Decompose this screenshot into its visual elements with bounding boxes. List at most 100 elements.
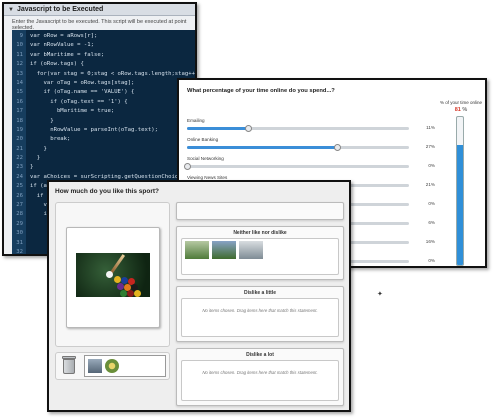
ball — [120, 290, 127, 297]
slider-fill — [187, 127, 249, 130]
line-number: 16 — [16, 98, 23, 105]
card-thumbnail[interactable] — [105, 359, 119, 373]
code-line: if (oRow.tags) { — [30, 61, 84, 68]
editor-title: Javascript to be Executed — [16, 6, 104, 13]
code-line: } — [30, 155, 41, 162]
billiards-photo — [76, 253, 150, 297]
bucket-drop-zone[interactable]: No items chosen. Drag items here that ma… — [181, 298, 339, 337]
collapse-caret-icon[interactable]: ▼ — [8, 7, 14, 13]
trash-bin-icon[interactable] — [62, 356, 76, 374]
code-line: for(var stag = 0;stag < oRow.tags.length… — [30, 70, 195, 77]
ball — [127, 290, 134, 297]
line-number: 9 — [19, 33, 23, 39]
line-number: 12 — [16, 61, 23, 68]
ball — [134, 290, 141, 297]
slider-handle[interactable] — [245, 125, 253, 132]
slider-label: Emailing — [187, 118, 205, 123]
slider-handle[interactable] — [333, 144, 341, 151]
bucket-items — [182, 239, 338, 261]
total-unit: % — [462, 107, 468, 113]
question-text: What percentage of your time online do y… — [187, 88, 335, 94]
card-thumbnail[interactable] — [239, 241, 263, 259]
code-line: } — [30, 164, 34, 171]
total-progress-fill — [457, 145, 463, 265]
code-line: break; — [30, 136, 71, 143]
slider-row: Social Networking 0% — [184, 156, 435, 174]
bucket-title: Dislike a lot — [246, 352, 274, 358]
code-line: if (oTag.name == 'VALUE') { — [30, 89, 135, 96]
slider-fill — [187, 146, 337, 149]
line-number: 14 — [16, 79, 23, 86]
code-line: bMaritime = true; — [30, 108, 115, 115]
empty-bucket-hint: No items chosen. Drag items here that ma… — [202, 370, 318, 375]
slider-track[interactable] — [187, 125, 409, 132]
slider-value: 11% — [426, 125, 435, 130]
ball — [114, 276, 121, 283]
rating-buckets: Neither like nor dislike Dislike a littl… — [176, 202, 344, 410]
slider-value: 0% — [428, 258, 435, 263]
total-progress-tube — [456, 116, 464, 266]
slider-value: 0% — [428, 201, 435, 206]
card-thumbnail[interactable] — [88, 359, 102, 373]
bucket-title: Neither like nor dislike — [233, 230, 287, 236]
slider-value: 16% — [425, 239, 435, 244]
bucket-title: Dislike a little — [244, 290, 276, 296]
total-value: 81 — [454, 107, 461, 113]
line-number: 27 — [16, 202, 23, 209]
remaining-cards-strip[interactable] — [84, 355, 166, 377]
line-number: 10 — [16, 42, 23, 49]
line-number: 19 — [16, 126, 23, 133]
code-line: var nRowValue = -1; — [30, 42, 94, 49]
slider-value: 27% — [425, 144, 435, 149]
slider-value: 0% — [428, 163, 435, 168]
question-text: How much do you like this sport? — [55, 188, 160, 195]
line-number: 30 — [16, 230, 23, 237]
slider-label: Social Networking — [187, 156, 224, 161]
bucket-top[interactable] — [176, 202, 344, 220]
total-readout: 81 % — [437, 107, 485, 113]
code-line: } — [30, 145, 47, 152]
line-number: 24 — [16, 173, 23, 180]
total-header: % of your time online — [439, 100, 483, 105]
line-number: 29 — [16, 220, 23, 227]
line-number: 20 — [16, 136, 23, 143]
slider-track[interactable] — [184, 163, 409, 170]
slider-track[interactable] — [187, 144, 409, 151]
line-number: 23 — [16, 164, 23, 171]
line-number: 25 — [16, 183, 23, 190]
card-thumbnail[interactable] — [185, 241, 209, 259]
bucket-drop-zone[interactable] — [181, 238, 339, 275]
slider-row: Online Banking 27% — [187, 137, 435, 155]
line-number: 17 — [16, 108, 23, 115]
draggable-card[interactable] — [66, 227, 160, 328]
screenshot-collage: ▼ Javascript to be Executed Enter the Jav… — [0, 0, 499, 419]
editor-title-bar[interactable]: ▼ Javascript to be Executed — [4, 4, 195, 16]
bucket-dislike-little[interactable]: Dislike a little No items chosen. Drag i… — [176, 286, 344, 342]
slider-value: 21% — [425, 182, 435, 187]
code-line: if (oTag.text == '1') { — [30, 98, 128, 105]
code-line: } — [30, 117, 54, 124]
ball — [117, 283, 124, 290]
slider-handle[interactable] — [184, 163, 191, 170]
line-number: 22 — [16, 155, 23, 162]
line-number: 26 — [16, 192, 23, 199]
line-number-gutter: 9 10 11 12 13 14 15 16 17 18 19 20 21 22 23 24 25 26 27 28 2… — [12, 30, 26, 254]
ball — [106, 271, 113, 278]
code-line: nRowValue = parseInt(oTag.text); — [30, 126, 158, 133]
mouse-cursor-icon: ✦ — [377, 291, 383, 298]
cue-stick — [109, 254, 126, 274]
line-number: 18 — [16, 117, 23, 124]
bucket-dislike-lot[interactable]: Dislike a lot No items chosen. Drag item… — [176, 348, 344, 406]
line-number: 21 — [16, 145, 23, 152]
slider-value: 6% — [428, 220, 435, 225]
card-thumbnail[interactable] — [212, 241, 236, 259]
bucket-drop-zone[interactable]: No items chosen. Drag items here that ma… — [181, 360, 339, 401]
card-deck-area — [55, 202, 170, 347]
slider-label: Online Banking — [187, 137, 219, 142]
card-sort-question: How much do you like this sport? Neither… — [47, 180, 351, 412]
line-number: 15 — [16, 89, 23, 96]
discard-area — [55, 352, 170, 380]
code-line: var oRow = aRows[r]; — [30, 33, 98, 39]
bucket-neither[interactable]: Neither like nor dislike — [176, 226, 344, 280]
code-line: var bMaritime = false; — [30, 51, 105, 58]
